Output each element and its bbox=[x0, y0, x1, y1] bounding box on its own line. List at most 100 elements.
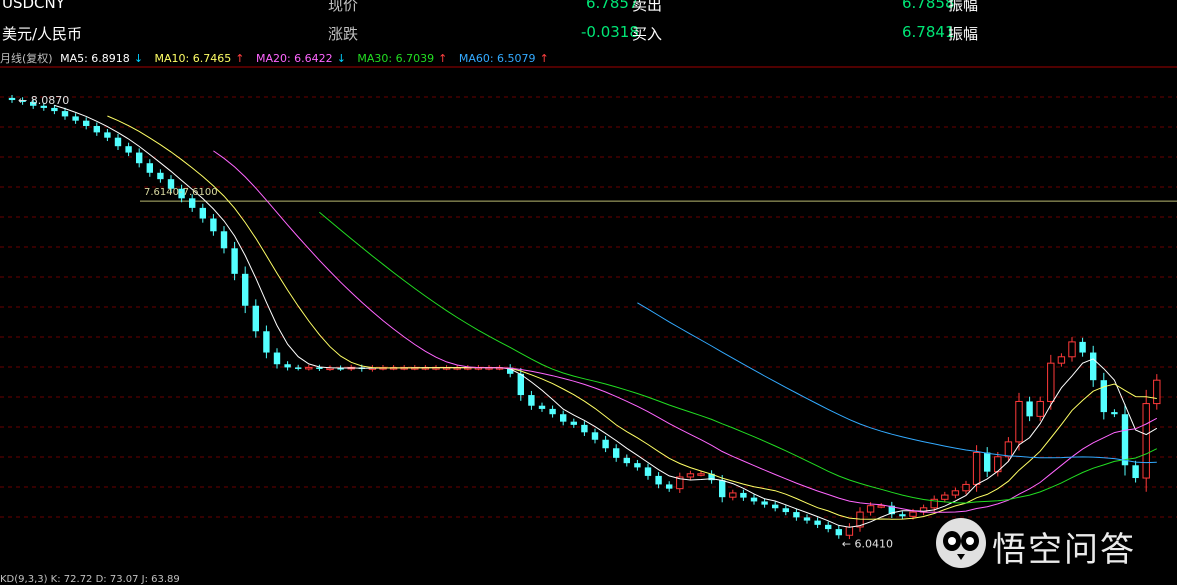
candle bbox=[793, 512, 800, 518]
candle bbox=[61, 111, 69, 117]
buy-value: 6.7841 bbox=[902, 23, 955, 41]
candle bbox=[210, 218, 217, 232]
candle bbox=[866, 505, 875, 513]
arrow-up-icon: ↑ bbox=[235, 52, 245, 65]
candle bbox=[528, 395, 535, 406]
candle bbox=[104, 132, 111, 138]
candle bbox=[136, 152, 143, 164]
candle bbox=[655, 475, 662, 485]
watermark: 悟空问答 bbox=[934, 516, 1164, 572]
candle bbox=[909, 511, 917, 517]
ma5-line bbox=[54, 104, 1158, 528]
amplitude-label-1: 振幅 bbox=[948, 0, 979, 14]
candle bbox=[231, 248, 238, 274]
arrow-up-icon: ↑ bbox=[438, 52, 448, 65]
arrow-down-icon: ↓ bbox=[336, 52, 346, 65]
candle bbox=[252, 305, 259, 332]
candle bbox=[962, 483, 970, 492]
candle bbox=[750, 497, 758, 502]
candle bbox=[83, 120, 90, 126]
symbol-name: 美元/人民币 bbox=[2, 25, 83, 43]
candle bbox=[146, 163, 153, 173]
ma60-label: MA60: 6.5079 ↑ bbox=[458, 52, 549, 65]
candle bbox=[1090, 352, 1097, 381]
price-value: 6.7857 bbox=[586, 0, 639, 12]
candle bbox=[740, 492, 747, 498]
candle bbox=[845, 526, 854, 536]
ma-lines bbox=[54, 104, 1158, 528]
candle bbox=[772, 504, 779, 509]
watermark-text: 悟空问答 bbox=[992, 530, 1136, 570]
arrow-down-icon: ↓ bbox=[133, 52, 144, 65]
candle bbox=[686, 473, 695, 478]
candle bbox=[1100, 380, 1107, 413]
range-label: 7.6140-7.6100 bbox=[144, 187, 218, 198]
change-value: -0.0318 bbox=[581, 23, 639, 41]
candle bbox=[761, 501, 768, 505]
sell-value: 6.7858 bbox=[902, 0, 955, 12]
candle bbox=[835, 529, 842, 536]
candle bbox=[295, 367, 302, 369]
candle bbox=[644, 467, 652, 476]
candle bbox=[538, 405, 546, 409]
candle bbox=[899, 514, 906, 517]
candles bbox=[8, 95, 1161, 540]
candle bbox=[697, 473, 705, 476]
candle bbox=[623, 457, 630, 464]
period-label[interactable]: 月线(复权) bbox=[0, 52, 53, 65]
candle bbox=[581, 424, 588, 433]
candle bbox=[1015, 400, 1023, 443]
price-label: 现价 bbox=[328, 0, 359, 14]
amplitude-label-2: 振幅 bbox=[948, 25, 979, 43]
candle bbox=[1153, 379, 1161, 405]
sell-label: 卖出 bbox=[632, 0, 663, 14]
candle bbox=[8, 97, 16, 101]
high-label: ← 8.0870 bbox=[18, 94, 69, 107]
candle bbox=[72, 116, 79, 121]
candle bbox=[1111, 412, 1118, 415]
symbol-code: USDCNY bbox=[2, 0, 65, 12]
chart-annotations: ← 8.0870 ← 6.0410 7.6140-7.6100 bbox=[18, 94, 893, 550]
candle bbox=[1026, 401, 1033, 417]
candle bbox=[199, 207, 206, 219]
candle bbox=[114, 137, 122, 147]
candle bbox=[517, 373, 524, 396]
candle bbox=[729, 492, 737, 498]
candle bbox=[1121, 414, 1129, 466]
candle bbox=[560, 414, 567, 422]
candle bbox=[549, 408, 556, 415]
quote-row-2: 美元/人民币 涨跌 -0.0318 买入 6.7841 振幅 bbox=[0, 23, 1177, 45]
candle bbox=[941, 494, 949, 500]
candle bbox=[877, 505, 885, 508]
ma5-label: MA5: 6.8918 ↓ bbox=[60, 52, 144, 65]
candle bbox=[570, 421, 577, 425]
candle bbox=[1057, 356, 1066, 364]
candle bbox=[263, 331, 270, 353]
indicator-footer: KD(9,3,3) K: 72.72 D: 73.07 J: 63.89 bbox=[0, 574, 180, 585]
candle bbox=[825, 524, 832, 530]
candle bbox=[1068, 341, 1076, 358]
chart-grid bbox=[0, 66, 1177, 518]
candle bbox=[242, 273, 249, 306]
candle bbox=[284, 364, 291, 368]
ma10-label: MA10: 6.7465 ↑ bbox=[154, 52, 245, 65]
candle bbox=[125, 146, 132, 153]
ma30-label: MA30: 6.7039 ↑ bbox=[357, 52, 448, 65]
candle bbox=[157, 172, 164, 180]
low-label: ← 6.0410 bbox=[842, 537, 893, 550]
candle bbox=[984, 452, 991, 472]
candle bbox=[1036, 400, 1044, 417]
candle bbox=[972, 452, 981, 485]
buy-label: 买入 bbox=[632, 25, 663, 43]
candle bbox=[719, 480, 726, 498]
candle bbox=[1132, 465, 1139, 479]
candlestick-chart[interactable]: ← 8.0870 ← 6.0410 7.6140-7.6100 bbox=[0, 66, 1177, 574]
candle bbox=[666, 484, 673, 489]
candle bbox=[602, 439, 609, 449]
candle bbox=[305, 366, 313, 370]
candle bbox=[1004, 441, 1013, 458]
candle bbox=[591, 432, 599, 440]
candle bbox=[1142, 403, 1150, 479]
candle bbox=[273, 352, 281, 365]
candle bbox=[189, 198, 196, 208]
